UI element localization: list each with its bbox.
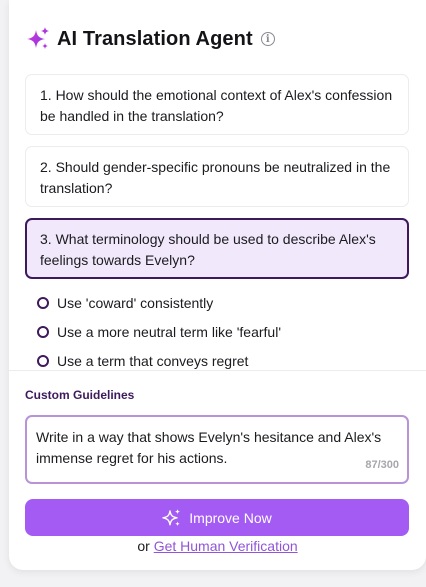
panel-title: AI Translation Agent: [57, 27, 253, 50]
answer-option-label: Use a term that conveys regret: [57, 352, 249, 369]
improve-now-button[interactable]: Improve Now: [25, 499, 409, 536]
sparkle-icon: [27, 27, 49, 49]
translation-agent-panel: AI Translation Agent i 1. How should the…: [9, 0, 426, 570]
character-counter: 87/300: [365, 459, 399, 471]
get-human-verification-link[interactable]: Get Human Verification: [154, 538, 298, 554]
question-option-2[interactable]: 2. Should gender-specific pronouns be ne…: [25, 146, 409, 207]
answer-option-2[interactable]: Use a more neutral term like 'fearful': [37, 317, 281, 346]
custom-guidelines-text[interactable]: Write in a way that shows Evelyn's hesit…: [36, 427, 396, 469]
answer-option-label: Use 'coward' consistently: [57, 294, 214, 311]
section-divider: [9, 370, 426, 371]
radio-button-icon[interactable]: [37, 325, 49, 338]
answer-option-1[interactable]: Use 'coward' consistently: [37, 288, 281, 317]
radio-button-icon[interactable]: [37, 354, 49, 367]
answer-options: Use 'coward' consistently Use a more neu…: [37, 288, 281, 375]
or-text: or: [137, 538, 150, 554]
improve-now-label: Improve Now: [189, 509, 272, 526]
answer-option-label: Use a more neutral term like 'fearful': [57, 323, 281, 340]
question-option-1[interactable]: 1. How should the emotional context of A…: [25, 74, 409, 135]
custom-guidelines-textarea[interactable]: Write in a way that shows Evelyn's hesit…: [25, 415, 409, 484]
sparkle-icon: [162, 508, 181, 526]
radio-button-icon[interactable]: [37, 296, 49, 309]
custom-guidelines-label: Custom Guidelines: [25, 388, 135, 402]
footer-line: or Get Human Verification: [9, 538, 426, 554]
panel-header: AI Translation Agent i: [25, 26, 275, 52]
question-option-3-selected[interactable]: 3. What terminology should be used to de…: [25, 218, 409, 279]
info-icon[interactable]: i: [260, 32, 275, 46]
